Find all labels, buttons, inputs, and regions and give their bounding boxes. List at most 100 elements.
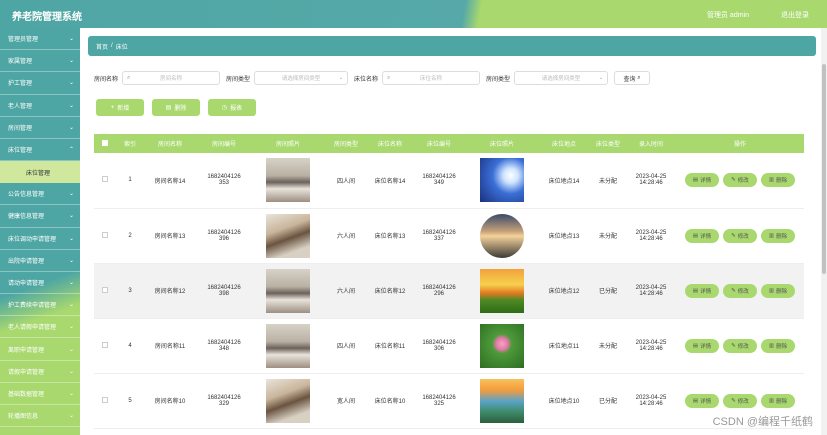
chevron-down-icon: ⌄ — [68, 368, 74, 375]
cell-room-no: 1682404126 329 — [196, 373, 252, 429]
col-bed-photo: 床位照片 — [489, 142, 514, 148]
edit-button[interactable]: ✎ 修改 — [723, 228, 757, 243]
row-checkbox[interactable] — [102, 396, 108, 403]
cell-room-name: 房间名称10 — [144, 373, 196, 429]
sidebar-subitem-bed-management[interactable]: 床位管理 — [0, 161, 80, 184]
col-bed-no: 床位编号 — [426, 142, 451, 148]
sidebar-item-admin[interactable]: 管理员管理 ⌄ — [0, 28, 80, 51]
pencil-icon: ✎ — [731, 177, 736, 184]
edit-button[interactable]: ✎ 修改 — [723, 393, 757, 408]
sidebar-item-basic-data[interactable]: 基础数据管理 ⌄ — [0, 383, 80, 405]
room-photo[interactable] — [266, 213, 310, 258]
row-checkbox[interactable] — [102, 176, 108, 183]
row-checkbox[interactable] — [102, 286, 108, 293]
bed-name-label: 床位名称 — [354, 76, 379, 83]
sidebar-item-bed[interactable]: 床位管理 ⌃ — [0, 139, 80, 162]
col-bed-type: 床位类型 — [595, 142, 620, 148]
sidebar-item-elder-leave[interactable]: 老人请假申请管理 ⌄ — [0, 316, 80, 339]
row-checkbox[interactable] — [102, 231, 108, 238]
delete-row-button[interactable]: ▥ 删除 — [761, 228, 795, 243]
row-checkbox-cell[interactable] — [94, 373, 116, 429]
sidebar-item-resign[interactable]: 离职申请管理 ⌄ — [0, 338, 80, 361]
sidebar-item-notice[interactable]: 公告信息管理 ⌄ — [0, 183, 80, 206]
bed-photo[interactable] — [480, 213, 524, 258]
room-photo[interactable] — [266, 158, 310, 203]
sidebar-item-health[interactable]: 健康信息管理 ⌄ — [0, 205, 80, 228]
sidebar-item-caregiver[interactable]: 护工管理 ⌄ — [0, 72, 80, 95]
room-photo[interactable] — [266, 323, 310, 368]
search-form: 房间名称 ⌕ 房间名称 房间类型 请选择房间类型 ⌄ 床位名称 ⌕ 床位名称 房间类型… — [94, 70, 651, 86]
sidebar-item-family[interactable]: 家属管理 ⌄ — [0, 50, 80, 73]
trash-icon: ▥ — [768, 342, 775, 349]
cell-bed-type: 已分配 — [590, 263, 626, 319]
breadcrumb-home[interactable]: 首页 — [96, 42, 108, 51]
detail-button[interactable]: ▤ 详情 — [685, 338, 719, 353]
bed-type-label: 房间类型 — [486, 76, 511, 83]
bed-type-select[interactable]: 请选择房间类型 ⌄ — [514, 71, 609, 85]
sidebar-item-room[interactable]: 房间管理 ⌄ — [0, 117, 80, 139]
bed-photo[interactable] — [480, 268, 524, 313]
edit-button[interactable]: ✎ 修改 — [723, 173, 757, 188]
delete-row-button[interactable]: ▥ 删除 — [761, 393, 795, 408]
delete-row-button[interactable]: ▥ 删除 — [761, 283, 795, 298]
cell-bed-type: 未分配 — [590, 318, 626, 374]
add-button[interactable]: + 新增 — [96, 99, 144, 116]
row-checkbox-cell[interactable] — [94, 318, 116, 374]
scrollbar-thumb[interactable] — [822, 64, 826, 274]
room-name-input[interactable]: ⌕ 房间名称 — [122, 71, 221, 85]
cell-index: 5 — [116, 373, 144, 429]
sidebar-item-carousel[interactable]: 轮播图信息 ⌄ — [0, 405, 80, 428]
delete-row-button[interactable]: ▥ 删除 — [761, 338, 795, 353]
delete-button[interactable]: ▤ 删除 — [152, 99, 200, 116]
bed-photo[interactable] — [480, 323, 524, 368]
detail-button[interactable]: ▤ 详情 — [685, 228, 719, 243]
cell-bed-photo — [466, 373, 538, 429]
query-button[interactable]: 查询 ⌕ — [614, 71, 651, 85]
sidebar-item-leave[interactable]: 请假申请管理 ⌄ — [0, 361, 80, 383]
delete-row-button[interactable]: ▥ 删除 — [761, 173, 795, 188]
trash-icon: ▥ — [768, 287, 775, 294]
detail-button[interactable]: ▤ 详情 — [685, 393, 719, 408]
cell-index: 3 — [116, 263, 144, 319]
chevron-down-icon: ⌄ — [68, 124, 74, 131]
sidebar-item-bed-transfer[interactable]: 床位调动申请管理 ⌄ — [0, 228, 80, 250]
room-photo[interactable] — [266, 378, 310, 423]
chevron-down-icon: ⌄ — [68, 102, 74, 109]
report-button[interactable]: ◷ 报表 — [208, 99, 256, 116]
edit-button[interactable]: ✎ 修改 — [723, 338, 757, 353]
select-all-checkbox[interactable] — [102, 139, 108, 146]
cell-index: 1 — [116, 153, 144, 209]
cell-bed-photo — [466, 318, 538, 374]
bed-name-input[interactable]: ⌕ 床位名称 — [382, 71, 481, 85]
table-header: 索引 房间名称 房间编号 房间照片 房间类型 床位名称 床位编号 床位照片 床位… — [94, 134, 804, 153]
bed-photo[interactable] — [480, 378, 524, 423]
room-name-label: 房间名称 — [94, 76, 119, 83]
cell-date: 2023-04-25 14:28:46 — [626, 208, 676, 264]
sidebar-item-discharge[interactable]: 出院申请管理 ⌄ — [0, 250, 80, 272]
room-photo[interactable] — [266, 268, 310, 313]
sidebar-item-elder[interactable]: 老人管理 ⌄ — [0, 95, 80, 117]
cell-room-no: 1682404126 398 — [196, 263, 252, 319]
document-icon: ▤ — [692, 287, 699, 294]
row-checkbox-cell[interactable] — [94, 263, 116, 319]
room-type-select[interactable]: 请选择房间类型 ⌄ — [254, 71, 349, 85]
cell-bed-no: 1682404126 296 — [412, 263, 466, 319]
sidebar-item-caregiver-fee[interactable]: 护工费续申请管理 ⌄ — [0, 294, 80, 317]
breadcrumb-current: 床位 — [115, 44, 128, 51]
row-checkbox-cell[interactable] — [94, 153, 116, 209]
detail-button[interactable]: ▤ 详情 — [685, 283, 719, 298]
edit-button[interactable]: ✎ 修改 — [723, 283, 757, 298]
row-checkbox[interactable] — [102, 341, 108, 348]
cell-ops: ▤ 详情 ✎ 修改 ▥ 删除 — [676, 263, 804, 319]
bed-photo[interactable] — [480, 158, 524, 203]
cell-ops: ▤ 详情 ✎ 修改 ▥ 删除 — [676, 208, 804, 264]
select-all-cell[interactable] — [94, 134, 116, 153]
sidebar-item-transfer-request[interactable]: 请动申请管理 ⌄ — [0, 272, 80, 295]
cell-bed-place: 床位地点11 — [538, 318, 590, 374]
detail-button[interactable]: ▤ 详情 — [685, 173, 719, 188]
cell-room-no: 1682404126 353 — [196, 153, 252, 209]
scrollbar[interactable] — [821, 28, 827, 435]
cell-ops: ▤ 详情 ✎ 修改 ▥ 删除 — [676, 318, 804, 374]
logout-link[interactable]: 退出登录 — [781, 10, 809, 20]
row-checkbox-cell[interactable] — [94, 208, 116, 264]
